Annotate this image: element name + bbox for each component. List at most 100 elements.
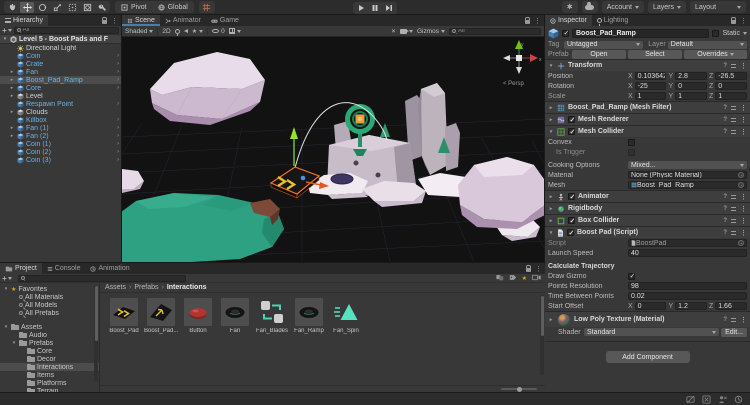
help-icon[interactable] xyxy=(723,116,727,123)
tab-inspector[interactable]: Inspector xyxy=(545,15,592,26)
scene-audio-toggle-icon[interactable] xyxy=(184,29,188,33)
prefab-open-button[interactable]: Open xyxy=(572,50,626,59)
asset-tile-fan-spin[interactable]: Fan_Spin xyxy=(332,298,360,334)
pause-button[interactable] xyxy=(368,2,382,13)
hierarchy-item-level[interactable]: Level xyxy=(0,92,121,100)
help-icon[interactable] xyxy=(723,193,727,200)
help-icon[interactable] xyxy=(723,205,727,212)
rotation-z-field[interactable]: 0 xyxy=(715,82,747,90)
tab-lighting[interactable]: Lighting xyxy=(592,15,634,26)
panel-menu-icon[interactable] xyxy=(535,265,542,273)
lock-icon[interactable] xyxy=(525,20,530,24)
shader-dropdown[interactable]: Standard xyxy=(584,328,719,336)
rigidbody-component-header[interactable]: Rigidbody xyxy=(545,202,750,214)
hierarchy-item-core[interactable]: Core xyxy=(0,84,121,92)
scene-visibility-toggle[interactable]: 0 xyxy=(212,28,225,35)
breadcrumb-item[interactable]: Assets xyxy=(105,284,126,291)
create-asset-button[interactable] xyxy=(2,274,12,283)
start-offset-y-field[interactable]: 1.2 xyxy=(675,302,707,310)
camera-settings-dropdown[interactable] xyxy=(400,29,413,34)
foldout-icon[interactable] xyxy=(9,125,15,131)
asset-tile-fan-ramp[interactable]: Fan_Ramp xyxy=(295,298,323,334)
foldout-icon[interactable] xyxy=(9,133,15,139)
animator-component-header[interactable]: Animator xyxy=(545,190,750,202)
tab-animation[interactable]: Animation xyxy=(85,263,134,274)
layers-dropdown[interactable]: Layers xyxy=(648,1,686,13)
hand-tool-icon[interactable] xyxy=(5,2,19,13)
hierarchy-item-fan[interactable]: Fan xyxy=(0,68,121,76)
project-tree-item-favorites[interactable]: Favorites xyxy=(0,285,99,293)
global-toggle[interactable]: Global xyxy=(153,1,193,13)
foldout-icon[interactable] xyxy=(3,286,9,292)
prefab-more-icon[interactable] xyxy=(117,101,119,107)
cooking-options-dropdown[interactable]: Mixed... xyxy=(628,161,747,169)
custom-tool-icon[interactable] xyxy=(95,2,109,13)
hierarchy-item-clouds[interactable]: Clouds xyxy=(0,108,121,116)
component-menu-icon[interactable] xyxy=(740,229,747,237)
scale-z-field[interactable]: 1 xyxy=(715,92,747,100)
foldout-icon[interactable] xyxy=(548,194,554,200)
mesh-renderer-component-header[interactable]: Mesh Renderer xyxy=(545,113,750,125)
console-status-icon[interactable] xyxy=(702,395,711,404)
foldout-icon[interactable] xyxy=(548,105,554,111)
prefab-more-icon[interactable] xyxy=(117,133,119,139)
prefab-select-button[interactable]: Select xyxy=(628,50,682,59)
preset-icon[interactable] xyxy=(731,64,736,68)
object-picker-icon[interactable] xyxy=(738,240,744,246)
prefab-more-icon[interactable] xyxy=(117,141,119,147)
project-tree-item-assets[interactable]: Assets xyxy=(0,323,99,331)
material-component-header[interactable]: Low Poly Texture (Material) xyxy=(545,311,750,327)
foldout-icon[interactable] xyxy=(3,324,9,330)
slider-knob[interactable] xyxy=(517,387,522,392)
account-dropdown[interactable]: Account xyxy=(602,1,644,13)
foldout-icon[interactable] xyxy=(9,69,15,75)
transform-component-header[interactable]: Transform xyxy=(545,59,750,71)
static-flags-dropdown[interactable] xyxy=(743,32,747,35)
project-tree-item-core[interactable]: Core xyxy=(0,347,99,355)
hierarchy-item-coin-2-[interactable]: Coin (2) xyxy=(0,148,121,156)
is-trigger-checkbox[interactable] xyxy=(628,149,635,156)
prefab-more-icon[interactable] xyxy=(117,61,119,67)
rotation-y-field[interactable]: 0 xyxy=(675,82,707,90)
transform-combined-tool-icon[interactable] xyxy=(80,2,94,13)
asset-tile-boost-pad[interactable]: Boost_Pad xyxy=(110,298,138,334)
project-tree-item-audio[interactable]: Audio xyxy=(0,331,99,339)
tree-scrollbar[interactable] xyxy=(94,285,98,381)
prefab-more-icon[interactable] xyxy=(117,125,119,131)
hidden-packages-icon[interactable] xyxy=(532,274,541,283)
draw-gizmo-checkbox[interactable] xyxy=(628,273,635,280)
position-y-field[interactable]: 2.8 xyxy=(675,72,707,80)
preset-icon[interactable] xyxy=(731,118,736,122)
cache-server-status-icon[interactable] xyxy=(686,395,695,404)
component-enabled-checkbox[interactable] xyxy=(567,229,574,236)
prefab-overrides-dropdown[interactable]: Overrides xyxy=(684,50,747,59)
start-offset-z-field[interactable]: 1.66 xyxy=(715,302,747,310)
component-menu-icon[interactable] xyxy=(740,193,747,201)
preset-icon[interactable] xyxy=(731,106,736,110)
component-menu-icon[interactable] xyxy=(740,62,747,70)
saved-search-star-icon[interactable] xyxy=(522,275,527,282)
tag-dropdown[interactable]: Untagged xyxy=(564,41,643,49)
prefab-more-icon[interactable] xyxy=(117,149,119,155)
grid-scrollbar[interactable] xyxy=(540,295,544,375)
hierarchy-item-directional-light[interactable]: Directional Light xyxy=(0,44,121,52)
foldout-icon[interactable] xyxy=(2,36,8,42)
lock-icon[interactable] xyxy=(731,20,736,24)
foldout-icon[interactable] xyxy=(9,109,15,115)
mesh-collider-component-header[interactable]: Mesh Collider xyxy=(545,125,750,137)
help-icon[interactable] xyxy=(723,128,727,135)
hierarchy-search-input[interactable]: All xyxy=(14,27,119,34)
component-tools-icon[interactable] xyxy=(391,28,396,35)
panel-menu-icon[interactable] xyxy=(740,17,747,25)
preset-icon[interactable] xyxy=(731,195,736,199)
rect-tool-icon[interactable] xyxy=(65,2,79,13)
cloud-icon[interactable] xyxy=(583,2,597,13)
component-menu-icon[interactable] xyxy=(740,116,747,124)
prefab-more-icon[interactable] xyxy=(117,69,119,75)
convex-checkbox[interactable] xyxy=(628,139,635,146)
prefab-more-icon[interactable] xyxy=(117,157,119,163)
hierarchy-item-coin[interactable]: Coin xyxy=(0,52,121,60)
tab-hierarchy[interactable]: Hierarchy xyxy=(0,15,48,26)
foldout-icon[interactable] xyxy=(9,77,15,83)
hierarchy-item-killbox[interactable]: Killbox xyxy=(0,116,121,124)
